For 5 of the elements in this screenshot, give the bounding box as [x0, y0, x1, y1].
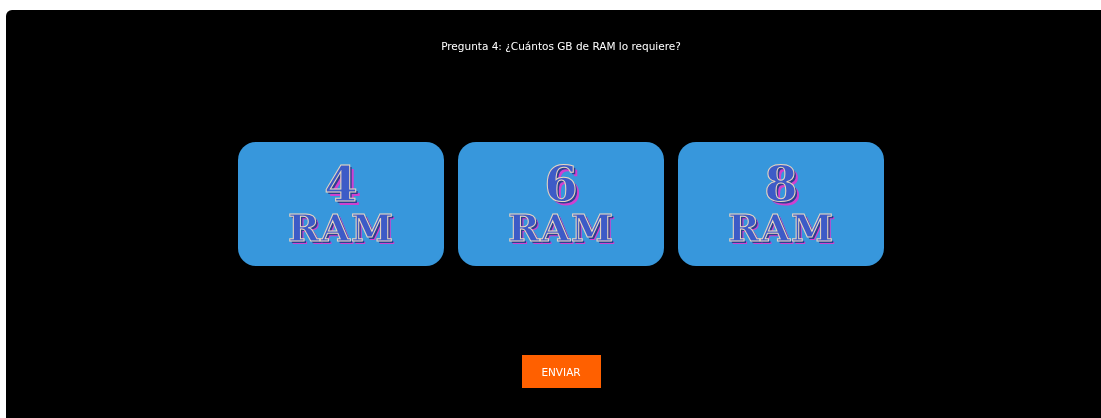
answer-option[interactable]: 8 RAM — [678, 142, 884, 266]
question-text: Pregunta 4: ¿Cuántos GB de RAM lo requiere? — [441, 40, 681, 52]
answer-option[interactable]: 4 RAM — [238, 142, 444, 266]
answer-option[interactable]: 6 RAM — [458, 142, 664, 266]
submit-button[interactable]: ENVIAR — [521, 355, 601, 388]
